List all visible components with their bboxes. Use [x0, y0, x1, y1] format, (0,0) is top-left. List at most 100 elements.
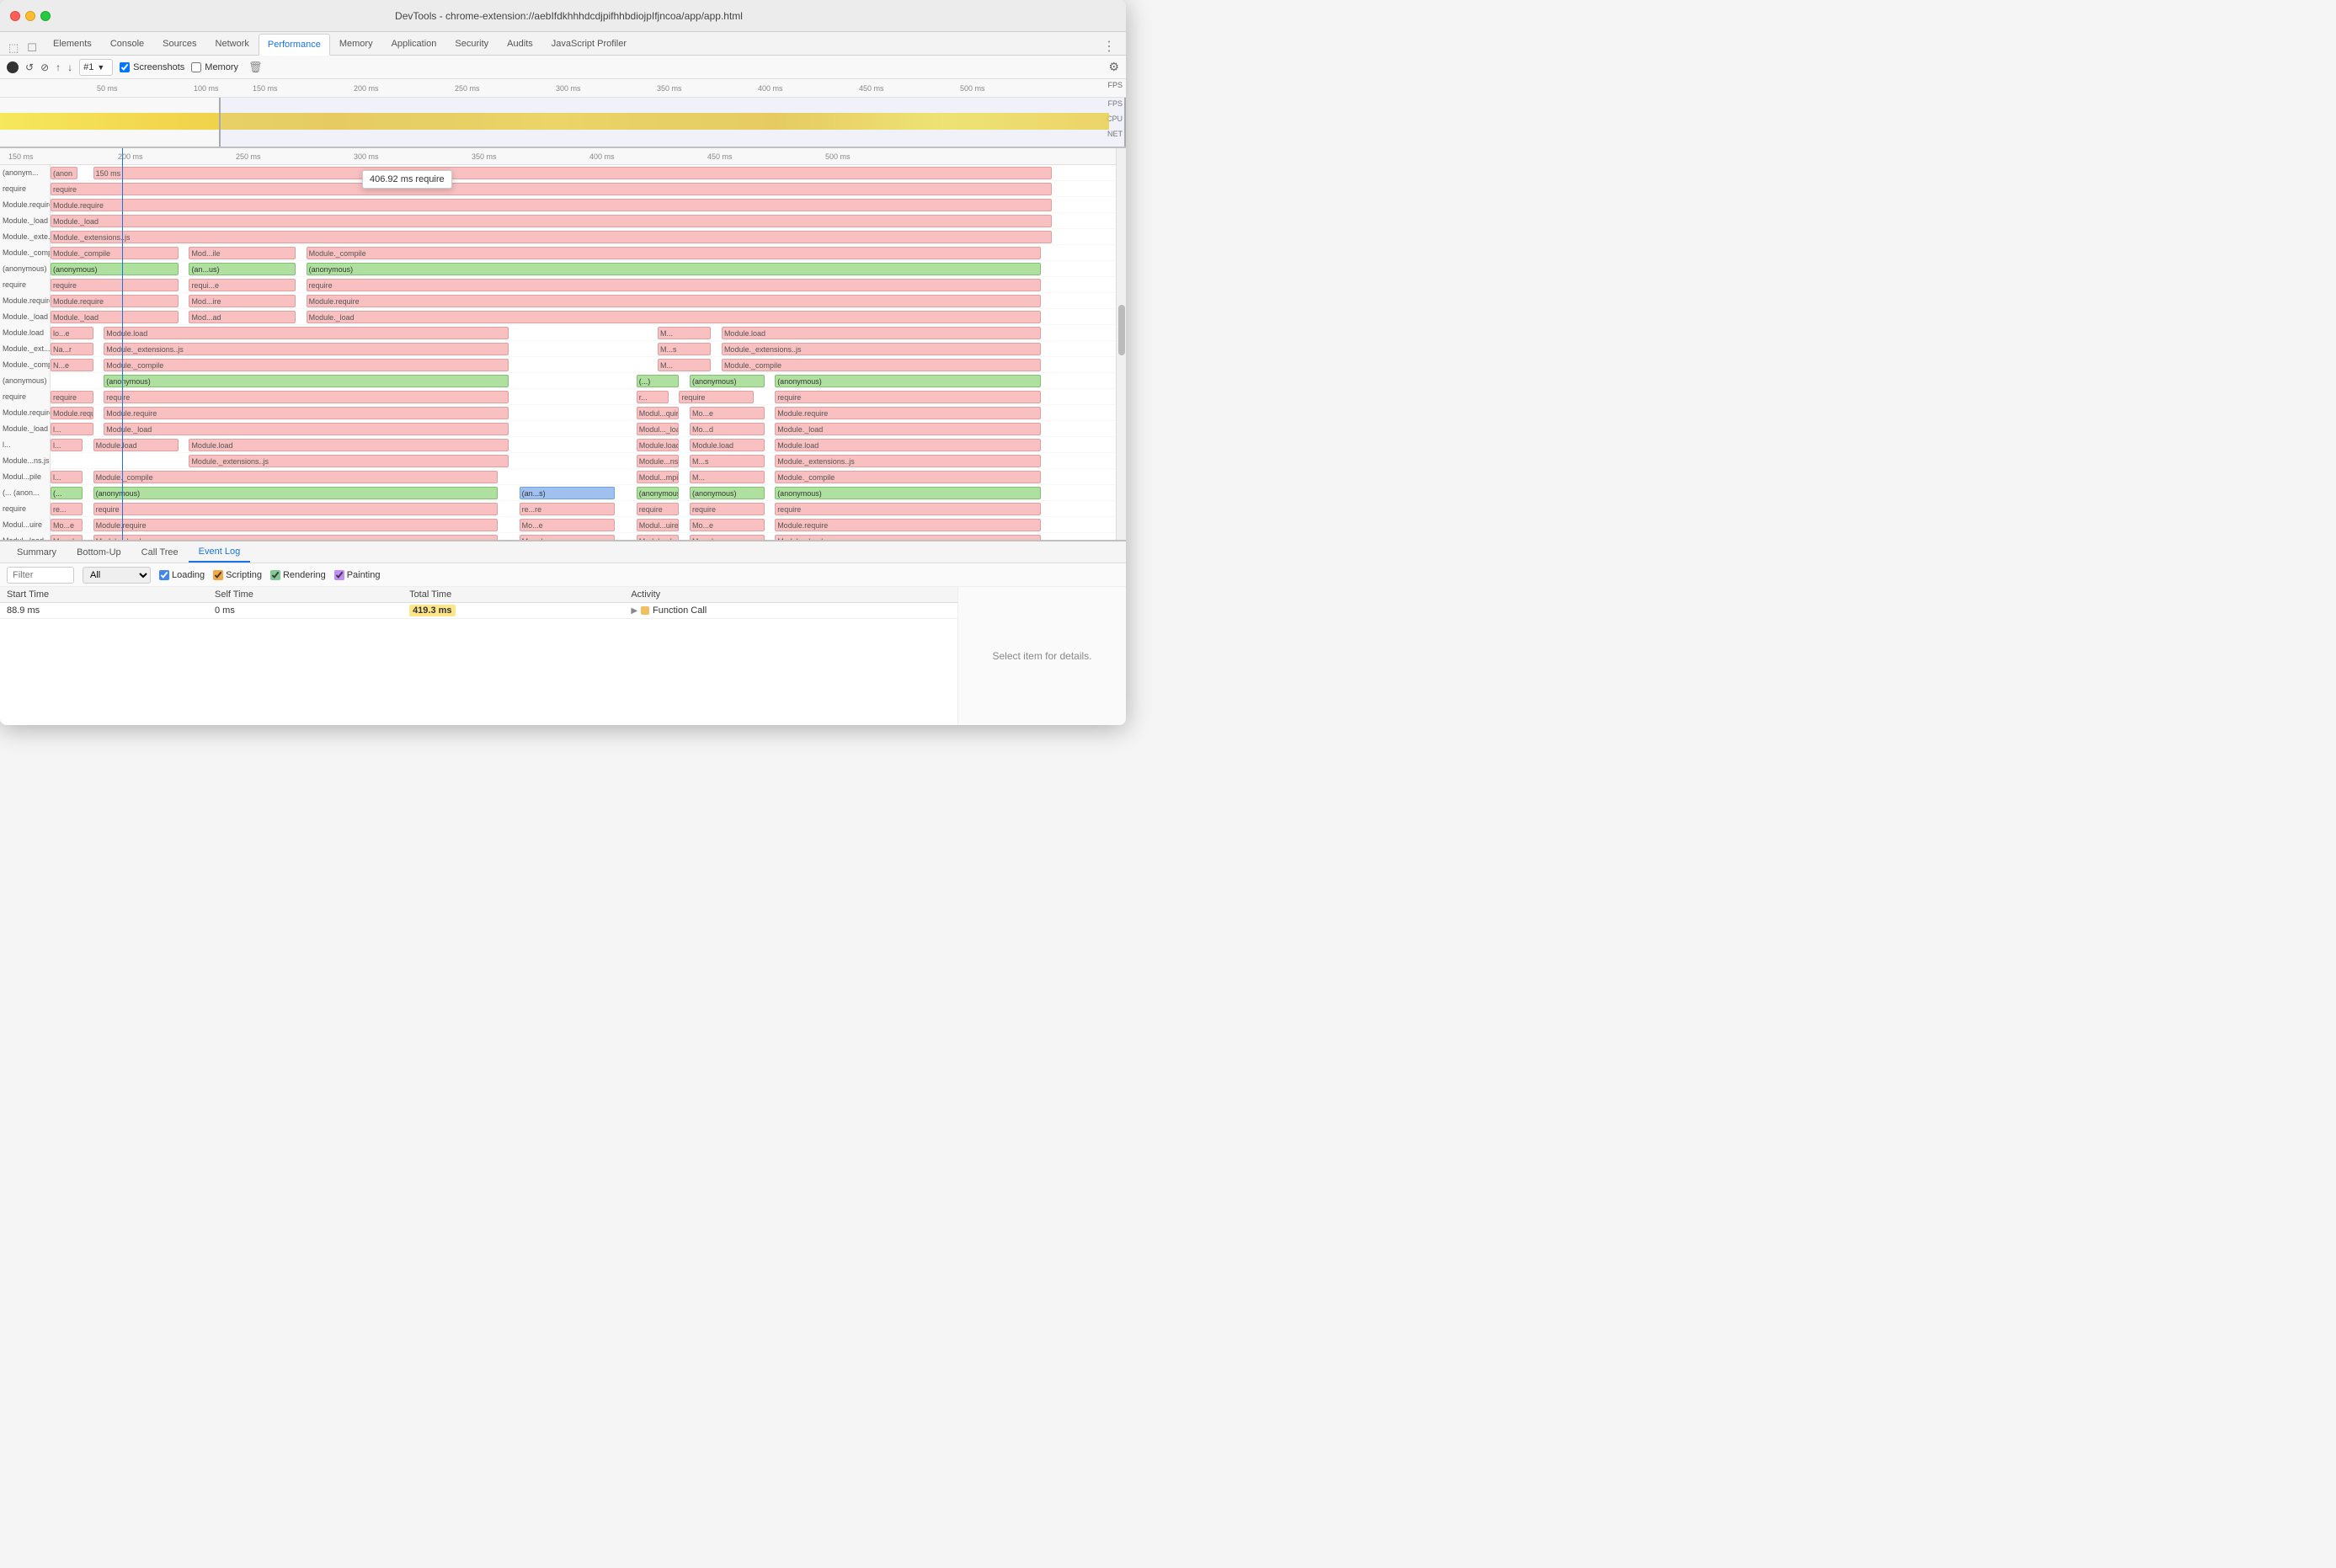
block-compile-1a[interactable]: Module._compile: [51, 247, 179, 259]
block-anon-2c[interactable]: (anonymous): [307, 263, 1042, 275]
tab-application[interactable]: Application: [382, 33, 446, 55]
block-compile-1b[interactable]: Mod...ile: [189, 247, 296, 259]
tab-network[interactable]: Network: [206, 33, 259, 55]
session-dropdown[interactable]: #1 ▼: [79, 59, 113, 76]
block-anonymous-1a[interactable]: (anon: [51, 167, 77, 179]
delete-icon[interactable]: 🗑: [248, 61, 263, 74]
col-start-time[interactable]: Start Time: [0, 587, 208, 603]
block-modr-3b[interactable]: Module.require: [104, 407, 509, 419]
block-req-4b[interactable]: require: [93, 503, 499, 515]
block-i-mload-b[interactable]: Module.load: [93, 439, 179, 451]
download-icon[interactable]: ↓: [67, 61, 72, 73]
record-button[interactable]: [7, 61, 19, 73]
block-ext-3c[interactable]: M...s: [690, 455, 765, 467]
screenshots-checkbox-label[interactable]: Screenshots: [120, 62, 184, 72]
block-compile-3d[interactable]: M...: [690, 471, 765, 483]
block-modr-3a[interactable]: Module.require: [51, 407, 93, 419]
block-anon-3e[interactable]: (anonymous): [775, 375, 1041, 387]
block-modl-4b[interactable]: Module._load: [104, 423, 509, 435]
col-total-time[interactable]: Total Time: [403, 587, 624, 603]
maximize-button[interactable]: [40, 11, 51, 21]
block-mod-load-2a[interactable]: Module._load: [51, 311, 179, 323]
tab-memory[interactable]: Memory: [330, 33, 382, 55]
block-modr-3e[interactable]: Module.require: [775, 407, 1041, 419]
block-require-2b[interactable]: requi...e: [189, 279, 296, 291]
block-modl-5c[interactable]: Mo...d: [520, 535, 616, 540]
block-mod-load-2b[interactable]: Mod...ad: [189, 311, 296, 323]
block-modr-4a[interactable]: Mo...e: [51, 519, 83, 531]
block-mod-load-2c[interactable]: Module._load: [307, 311, 1042, 323]
block-mod-req-2a[interactable]: Module.require: [51, 295, 179, 307]
block-modl-4d[interactable]: Mo...d: [690, 423, 765, 435]
painting-checkbox-label[interactable]: Painting: [334, 570, 381, 580]
block-load-3c[interactable]: M...: [658, 327, 711, 339]
block-module-ext-1[interactable]: Module._extensions..js: [51, 231, 1052, 243]
block-ext-2d[interactable]: Module._extensions..js: [722, 343, 1042, 355]
tab-bottom-up[interactable]: Bottom-Up: [67, 542, 131, 563]
tab-console[interactable]: Console: [101, 33, 153, 55]
block-anon-2a[interactable]: (anonymous): [51, 263, 179, 275]
block-req-3d[interactable]: require: [679, 391, 754, 403]
col-self-time[interactable]: Self Time: [208, 587, 403, 603]
block-anon-4c[interactable]: (an...s): [520, 487, 616, 499]
block-anon-2b[interactable]: (an...us): [189, 263, 296, 275]
block-module-load-1[interactable]: Module._load: [51, 215, 1052, 227]
block-anon-4a[interactable]: (...: [51, 487, 83, 499]
upload-icon[interactable]: ↑: [56, 61, 61, 73]
more-options-icon[interactable]: ⋮: [1096, 38, 1123, 55]
block-req-4c[interactable]: re...re: [520, 503, 616, 515]
block-compile-2d[interactable]: Module._compile: [722, 359, 1042, 371]
block-compile-3c[interactable]: Modul...mpile: [637, 471, 680, 483]
block-i-mload-a[interactable]: l...: [51, 439, 83, 451]
block-i-mload-c[interactable]: Module.load: [189, 439, 509, 451]
block-req-3b[interactable]: require: [104, 391, 509, 403]
block-req-3a[interactable]: require: [51, 391, 93, 403]
clear-icon[interactable]: ⊘: [40, 61, 49, 73]
tab-audits[interactable]: Audits: [498, 33, 542, 55]
block-load-3a[interactable]: lo...e: [51, 327, 93, 339]
block-ext-2b[interactable]: Module._extensions..js: [104, 343, 509, 355]
rendering-checkbox-label[interactable]: Rendering: [270, 570, 326, 580]
block-i-mload-f[interactable]: Module.load: [775, 439, 1041, 451]
block-req-3e[interactable]: require: [775, 391, 1041, 403]
painting-checkbox[interactable]: [334, 570, 344, 580]
memory-checkbox[interactable]: [191, 62, 201, 72]
tab-call-tree[interactable]: Call Tree: [131, 542, 189, 563]
selection-region[interactable]: [219, 98, 1126, 147]
loading-checkbox-label[interactable]: Loading: [159, 570, 205, 580]
tab-sources[interactable]: Sources: [153, 33, 205, 55]
block-anon-3b[interactable]: (anonymous): [104, 375, 509, 387]
block-anon-4f[interactable]: (anonymous): [775, 487, 1041, 499]
block-modr-3c[interactable]: Modul...quire: [637, 407, 680, 419]
block-anon-3d[interactable]: (anonymous): [690, 375, 765, 387]
block-modl-5b[interactable]: Module._load: [93, 535, 499, 540]
block-modl-4a[interactable]: l...: [51, 423, 93, 435]
block-modr-3d[interactable]: Mo...e: [690, 407, 765, 419]
block-load-3d[interactable]: Module.load: [722, 327, 1042, 339]
tab-security[interactable]: Security: [445, 33, 498, 55]
block-compile-3b[interactable]: Module._compile: [93, 471, 499, 483]
refresh-icon[interactable]: ↺: [25, 61, 34, 73]
block-modl-5a[interactable]: Mo...d: [51, 535, 83, 540]
block-module-require-1[interactable]: Module.require: [51, 199, 1052, 211]
memory-checkbox-label[interactable]: Memory: [191, 62, 238, 72]
block-req-4f[interactable]: require: [775, 503, 1041, 515]
expand-icon[interactable]: ▶: [631, 606, 637, 616]
tab-javascript-profiler[interactable]: JavaScript Profiler: [542, 33, 636, 55]
close-button[interactable]: [10, 11, 20, 21]
table-row[interactable]: 88.9 ms 0 ms 419.3 ms ▶ Function Ca: [0, 603, 957, 619]
block-require-1[interactable]: require: [51, 183, 1052, 195]
block-ext-3a[interactable]: Module._extensions..js: [189, 455, 509, 467]
devtools-inspect-icon[interactable]: ⬚: [3, 41, 24, 55]
tab-performance[interactable]: Performance: [259, 34, 330, 56]
block-mod-req-2c[interactable]: Module.require: [307, 295, 1042, 307]
scripting-checkbox[interactable]: [213, 570, 223, 580]
tab-elements[interactable]: Elements: [44, 33, 101, 55]
minimize-button[interactable]: [25, 11, 35, 21]
block-modr-4c[interactable]: Mo...e: [520, 519, 616, 531]
block-modr-4f[interactable]: Module.require: [775, 519, 1041, 531]
scripting-checkbox-label[interactable]: Scripting: [213, 570, 262, 580]
block-ext-3b[interactable]: Module...ns..js: [637, 455, 680, 467]
block-compile-2b[interactable]: Module._compile: [104, 359, 509, 371]
block-compile-2a[interactable]: N...e: [51, 359, 93, 371]
